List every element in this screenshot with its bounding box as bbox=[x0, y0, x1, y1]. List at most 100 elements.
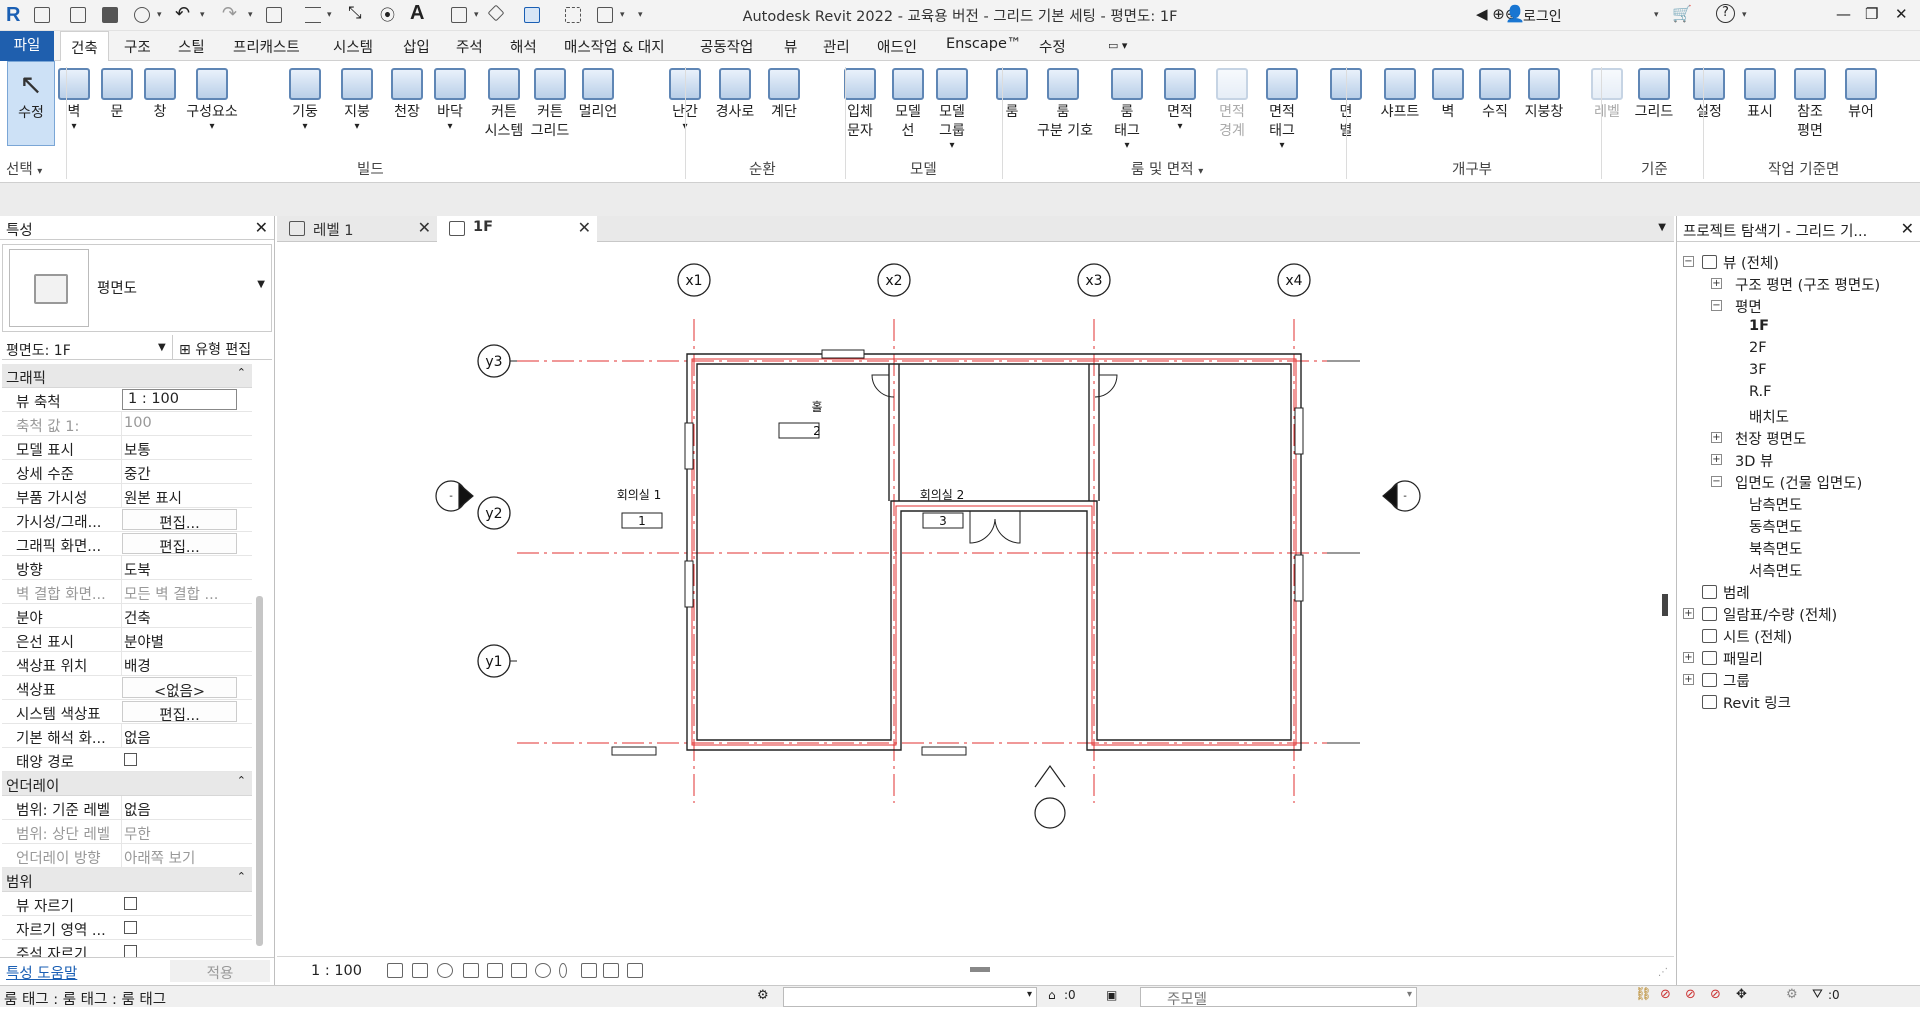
close-icon[interactable]: ✕ bbox=[255, 218, 268, 237]
elevation-marker-south[interactable] bbox=[1034, 764, 1066, 829]
user-icon[interactable]: 👤 bbox=[1505, 4, 1525, 23]
properties-scrollbar[interactable] bbox=[256, 596, 263, 946]
ribbon-button[interactable]: 구성요소 ▾ bbox=[186, 61, 238, 161]
select-underlay-icon[interactable]: ⊘ bbox=[1660, 987, 1671, 1002]
ribbon-button[interactable]: 모델 그룹 ▾ bbox=[926, 61, 978, 161]
workset-combo[interactable]: ▾ bbox=[783, 987, 1037, 1007]
collapse-icon[interactable]: − bbox=[1711, 300, 1722, 311]
reveal-hidden-icon[interactable] bbox=[559, 963, 567, 978]
ribbon-button[interactable]: 경사로 bbox=[709, 61, 761, 161]
property-row[interactable]: 색상표 <없음> bbox=[2, 676, 252, 700]
property-row[interactable]: 범위: 기준 레벨 없음 bbox=[2, 796, 252, 820]
expand-icon[interactable]: + bbox=[1711, 278, 1722, 289]
property-checkbox[interactable] bbox=[124, 753, 137, 766]
ribbon-button[interactable]: 바닥 ▾ bbox=[424, 61, 476, 161]
tab-level-1[interactable]: 레벨 1 ✕ bbox=[277, 216, 437, 242]
tab-analyze[interactable]: 해석 bbox=[510, 36, 537, 57]
tab-modify[interactable]: 수정 bbox=[1039, 36, 1066, 57]
cart-icon[interactable]: 🛒 bbox=[1672, 4, 1692, 23]
property-row[interactable]: 그래픽 화면... 편집... bbox=[2, 532, 252, 556]
expand-icon[interactable]: + bbox=[1711, 432, 1722, 443]
room-name-meeting-2[interactable]: 회의실 2 bbox=[920, 488, 965, 502]
browser-tree-item[interactable]: 시트 (전체) bbox=[1723, 626, 1792, 647]
property-checkbox[interactable] bbox=[124, 921, 137, 934]
collapse-icon[interactable]: − bbox=[1683, 256, 1694, 267]
expand-icon[interactable]: + bbox=[1683, 674, 1694, 685]
ribbon-button[interactable]: 커튼 그리드 bbox=[524, 61, 576, 161]
ribbon-button[interactable]: 기둥 ▾ bbox=[279, 61, 331, 161]
browser-tree-item[interactable]: 동측면도 bbox=[1749, 516, 1802, 537]
visual-style-icon[interactable] bbox=[412, 963, 428, 978]
drawing-area[interactable]: x1 x2 x3 x4 y3 y2 y1 - - - bbox=[277, 197, 1920, 956]
editing-requests-icon[interactable]: ⌂ bbox=[1048, 988, 1056, 1002]
property-row[interactable]: 뷰 자르기 bbox=[2, 892, 252, 916]
resize-grip-icon[interactable]: ⋰ bbox=[1658, 967, 1668, 978]
property-checkbox[interactable] bbox=[124, 897, 137, 910]
browser-tree-item[interactable]: 일람표/수량 (전체) bbox=[1723, 604, 1837, 625]
chevron-down-icon[interactable]: ▼ bbox=[1658, 222, 1666, 233]
property-row[interactable]: 태양 경로 bbox=[2, 748, 252, 772]
browser-tree-item[interactable]: 범례 bbox=[1723, 582, 1750, 603]
filter-icon[interactable]: ⛛ bbox=[1812, 987, 1823, 1002]
floor-plan-drawing[interactable]: x1 x2 x3 x4 y3 y2 y1 - - - bbox=[277, 197, 1674, 956]
drag-elements-icon[interactable]: ✥ bbox=[1736, 987, 1747, 1002]
collapse-icon[interactable]: ⌃ bbox=[237, 870, 246, 883]
property-row[interactable]: 가시성/그래... 편집... bbox=[2, 508, 252, 532]
crop-view-icon[interactable] bbox=[487, 963, 503, 978]
tab-massing-site[interactable]: 매스작업 & 대지 bbox=[564, 36, 665, 57]
view-scale[interactable]: 1 : 100 bbox=[311, 963, 362, 979]
browser-tree-item[interactable]: 3D 뷰 bbox=[1735, 450, 1773, 471]
detail-level-icon[interactable] bbox=[387, 963, 403, 978]
ribbon-button[interactable]: 표시 bbox=[1734, 61, 1786, 161]
property-edit-button[interactable]: <없음> bbox=[122, 677, 237, 698]
edit-type-button[interactable]: ⊞ 유형 편집 bbox=[172, 335, 257, 359]
ribbon-button[interactable]: 면적 ▾ bbox=[1154, 61, 1206, 161]
tab-view[interactable]: 뷰 bbox=[784, 36, 797, 57]
type-selector[interactable]: 평면도 ▼ bbox=[2, 244, 272, 332]
browser-tree-item[interactable]: 구조 평면 (구조 평면도) bbox=[1735, 274, 1880, 295]
tab-addins[interactable]: 애드인 bbox=[877, 36, 917, 57]
property-group[interactable]: 그래픽 ⌃ bbox=[2, 364, 252, 388]
browser-tree-item[interactable]: R.F bbox=[1749, 384, 1772, 400]
show-crop-icon[interactable] bbox=[511, 963, 527, 978]
temporary-hide-icon[interactable] bbox=[535, 963, 551, 978]
ribbon-button[interactable]: 면적 태그 ▾ bbox=[1256, 61, 1308, 161]
ribbon-button[interactable]: 설정 bbox=[1683, 61, 1735, 161]
select-links-icon[interactable]: ⛓ bbox=[1635, 987, 1652, 1002]
ribbon-button[interactable]: 룸 bbox=[986, 61, 1038, 161]
select-pinned-icon[interactable]: ⊘ bbox=[1685, 987, 1696, 1002]
close-window-icon[interactable]: ✕ bbox=[1895, 5, 1908, 23]
property-row[interactable]: 방향 도북 bbox=[2, 556, 252, 580]
restore-icon[interactable]: ❐ bbox=[1865, 5, 1878, 23]
ribbon-button[interactable]: 면적 경계 bbox=[1206, 61, 1258, 161]
ribbon-options-icon[interactable]: ▭ ▾ bbox=[1108, 39, 1127, 52]
design-option-icon[interactable]: ▣ bbox=[1106, 988, 1117, 1002]
property-row[interactable]: 뷰 축척 1 : 100 bbox=[2, 388, 252, 412]
tab-precast[interactable]: 프리캐스트 bbox=[233, 36, 300, 57]
browser-tree-item[interactable]: 1F bbox=[1749, 318, 1769, 334]
elevation-marker-west[interactable] bbox=[435, 480, 474, 512]
minimize-icon[interactable]: — bbox=[1836, 5, 1851, 23]
splitter-handle[interactable] bbox=[1662, 594, 1668, 616]
browser-tree-item[interactable]: 남측면도 bbox=[1749, 494, 1802, 515]
property-row[interactable]: 은선 표시 분야별 bbox=[2, 628, 252, 652]
property-row[interactable]: 부품 가시성 원본 표시 bbox=[2, 484, 252, 508]
ribbon-button[interactable]: 뷰어 bbox=[1835, 61, 1887, 161]
browser-tree-item[interactable]: 뷰 (전체) bbox=[1723, 252, 1779, 273]
tab-collaborate[interactable]: 공동작업 bbox=[700, 36, 753, 57]
property-edit-button[interactable]: 편집... bbox=[122, 701, 237, 722]
ribbon-button[interactable]: 지붕창 bbox=[1518, 61, 1570, 161]
browser-tree-item[interactable]: 그룹 bbox=[1723, 670, 1750, 691]
ribbon-button[interactable]: 수직 bbox=[1469, 61, 1521, 161]
close-icon[interactable]: ✕ bbox=[578, 218, 591, 237]
elevation-marker-east[interactable] bbox=[1382, 480, 1421, 512]
tab-architecture[interactable]: 건축 bbox=[60, 31, 109, 62]
browser-tree-item[interactable]: 패밀리 bbox=[1723, 648, 1763, 669]
ribbon-button[interactable]: 룸 구분 기호 bbox=[1037, 61, 1093, 161]
ribbon-button[interactable]: 지붕 ▾ bbox=[331, 61, 383, 161]
analytical-model-icon[interactable] bbox=[603, 963, 619, 978]
horizontal-scroll-thumb[interactable] bbox=[970, 967, 990, 972]
ribbon-button[interactable]: 커튼 시스템 bbox=[478, 61, 530, 161]
browser-tree-item[interactable]: 3F bbox=[1749, 362, 1767, 378]
tab-1f[interactable]: 1F ✕ bbox=[437, 216, 597, 242]
